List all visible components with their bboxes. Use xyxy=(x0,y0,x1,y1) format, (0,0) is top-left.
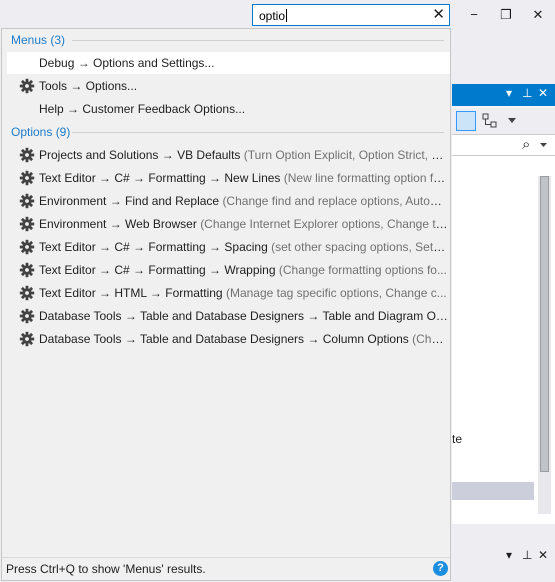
panel-title-bar: ▾ ⊥ ✕ xyxy=(452,84,555,106)
result-label: Help → Customer Feedback Options... xyxy=(39,102,246,116)
minimize-button[interactable]: − xyxy=(464,6,484,24)
panel-search-bar[interactable]: ⌕ xyxy=(452,134,555,156)
group-divider xyxy=(72,132,444,133)
result-item-menu[interactable]: Debug → Options and Settings... xyxy=(7,52,450,74)
hierarchy-icon[interactable] xyxy=(482,113,498,129)
pin-icon[interactable]: ⊥ xyxy=(522,86,532,100)
gear-icon xyxy=(19,193,35,209)
search-icon[interactable]: ⌕ xyxy=(522,136,530,153)
menus-group-header: Menus (3) xyxy=(11,33,66,47)
result-label: Text Editor → C# → Formatting → Spacing xyxy=(39,240,268,254)
result-item-option[interactable]: Text Editor → HTML → Formatting (Manage … xyxy=(7,282,450,304)
quick-launch-input[interactable]: optio xyxy=(259,9,288,23)
gear-icon xyxy=(19,78,35,94)
footer-hint: Press Ctrl+Q to show 'Menus' results. xyxy=(6,562,206,576)
tool-window-panel: ▾ ⊥ ✕ ⌕ te xyxy=(452,84,555,524)
result-description: (New line formatting option fo... xyxy=(283,171,448,185)
panel-toolbar xyxy=(452,108,555,134)
gear-icon xyxy=(19,308,35,324)
chevron-down-icon[interactable]: ▾ xyxy=(506,548,512,562)
pin-icon[interactable]: ⊥ xyxy=(522,548,532,562)
result-label: Database Tools → Table and Database Desi… xyxy=(39,332,409,346)
gear-icon xyxy=(19,331,35,347)
result-label: Debug → Options and Settings... xyxy=(39,56,215,70)
result-item-option[interactable]: Text Editor → C# → Formatting → New Line… xyxy=(7,167,450,189)
result-item-option[interactable]: Database Tools → Table and Database Desi… xyxy=(7,305,450,327)
result-label: Database Tools → Table and Database Desi… xyxy=(39,309,448,323)
result-label: Text Editor → C# → Formatting → New Line… xyxy=(39,171,281,185)
result-item-option[interactable]: Database Tools → Table and Database Desi… xyxy=(7,328,450,350)
group-divider xyxy=(72,40,444,41)
help-icon[interactable]: ? xyxy=(433,561,448,576)
result-label: Environment → Web Browser xyxy=(39,217,197,231)
sync-icon[interactable] xyxy=(456,111,476,131)
result-item-option[interactable]: Text Editor → C# → Formatting → Wrapping… xyxy=(7,259,450,281)
restore-button[interactable]: ❐ xyxy=(496,6,516,24)
gear-icon xyxy=(19,262,35,278)
result-item-option[interactable]: Projects and Solutions → VB Defaults (Tu… xyxy=(7,144,450,166)
result-description: (Manage tag specific options, Change c..… xyxy=(225,286,447,300)
gear-icon xyxy=(19,239,35,255)
selected-row[interactable] xyxy=(452,482,534,500)
vertical-scrollbar[interactable] xyxy=(538,176,551,514)
result-description: (Turn Option Explicit, Option Strict, O.… xyxy=(243,148,448,162)
gear-icon xyxy=(19,216,35,232)
scrollbar-thumb[interactable] xyxy=(540,176,549,472)
result-description: (set other spacing options, Set sp... xyxy=(271,240,448,254)
quick-launch-search-box[interactable]: optio ✕ xyxy=(252,4,450,26)
result-description: (Change Internet Explorer options, Chang… xyxy=(200,217,448,231)
result-label: Text Editor → C# → Formatting → Wrapping xyxy=(39,263,276,277)
result-item-menu[interactable]: Tools → Options... xyxy=(7,75,450,97)
close-icon[interactable]: ✕ xyxy=(538,548,548,562)
gear-icon xyxy=(19,147,35,163)
bottom-panel-title-bar: ▾ ⊥ ✕ xyxy=(452,546,555,568)
result-description: (Chan... xyxy=(412,332,448,346)
dropdown-footer: Press Ctrl+Q to show 'Menus' results. ? xyxy=(2,557,450,580)
result-label: Text Editor → HTML → Formatting xyxy=(39,286,223,300)
result-item-option[interactable]: Text Editor → C# → Formatting → Spacing … xyxy=(7,236,450,258)
close-window-button[interactable]: ✕ xyxy=(528,6,548,24)
result-description: (Change formatting options fo... xyxy=(278,263,447,277)
result-label: Environment → Find and Replace xyxy=(39,194,220,208)
text-caret xyxy=(286,9,288,22)
close-icon[interactable]: ✕ xyxy=(432,6,445,24)
gear-icon xyxy=(19,170,35,186)
result-item-option[interactable]: Environment → Find and Replace (Change f… xyxy=(7,190,450,212)
chevron-down-icon[interactable] xyxy=(508,118,516,124)
result-item-menu[interactable]: Help → Customer Feedback Options... xyxy=(7,98,450,120)
chevron-down-icon[interactable] xyxy=(540,143,547,148)
result-item-option[interactable]: Environment → Web Browser (Change Intern… xyxy=(7,213,450,235)
quick-launch-results: Menus (3) Debug → Options and Settings..… xyxy=(1,28,451,581)
title-bar: optio ✕ − ❐ ✕ xyxy=(0,0,555,30)
result-label: Tools → Options... xyxy=(39,79,138,93)
options-group-header: Options (9) xyxy=(11,125,71,139)
chevron-down-icon[interactable]: ▾ xyxy=(506,86,512,100)
result-label: Projects and Solutions → VB Defaults xyxy=(39,148,241,162)
gear-icon xyxy=(19,285,35,301)
partial-text: te xyxy=(452,432,463,446)
close-icon[interactable]: ✕ xyxy=(538,86,548,100)
result-description: (Change find and replace options, Autom.… xyxy=(222,194,448,208)
